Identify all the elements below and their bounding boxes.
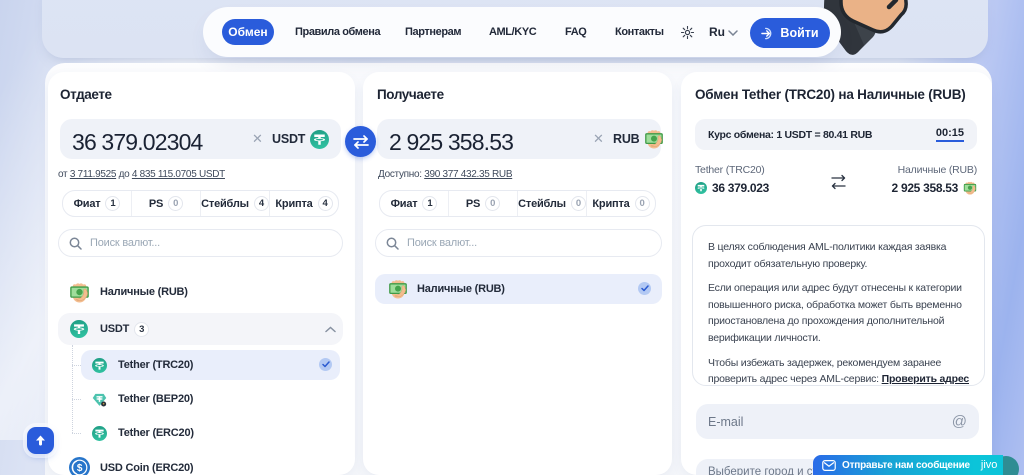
svg-text:$: $ [77, 463, 83, 474]
